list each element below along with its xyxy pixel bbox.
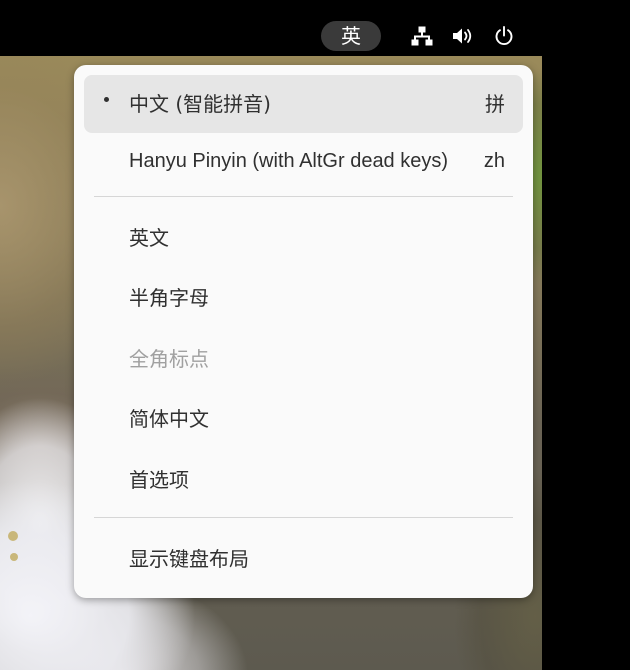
menu-item-preferences[interactable]: 首选项 [84, 451, 523, 509]
wallpaper-detail [10, 553, 18, 561]
volume-icon [453, 28, 472, 44]
input-method-menu: 中文 (智能拼音) 拼 Hanyu Pinyin (with AltGr dea… [74, 65, 533, 598]
menu-item-label: 英文 [129, 226, 169, 250]
menu-item-accel: zh [483, 150, 505, 172]
menu-item-english[interactable]: 英文 [84, 209, 523, 267]
menu-item-accel: 拼 [485, 92, 505, 116]
screen: 英 中文 (智能拼音) 拼 Hanyu Pinyin (with AltGr d… [0, 0, 630, 670]
network-icon [411, 26, 433, 46]
menu-item-full-width-punctuation: 全角标点 [84, 330, 523, 388]
menu-item-intelligent-pinyin[interactable]: 中文 (智能拼音) 拼 [84, 75, 523, 133]
menu-item-show-keyboard-layout[interactable]: 显示键盘布局 [84, 530, 523, 588]
menu-item-label: 全角标点 [129, 347, 209, 371]
power-icon [495, 26, 513, 45]
menu-item-label: 首选项 [129, 468, 189, 492]
selected-indicator-dot [104, 97, 109, 102]
power-icon[interactable] [492, 24, 516, 48]
menu-separator [94, 196, 513, 197]
input-method-indicator[interactable]: 英 [321, 21, 381, 51]
menu-item-label: 简体中文 [129, 407, 209, 431]
menu-item-half-width-letters[interactable]: 半角字母 [84, 269, 523, 327]
top-bar: 英 [0, 0, 542, 56]
menu-item-label: 半角字母 [129, 286, 209, 310]
menu-separator [94, 517, 513, 518]
network-icon[interactable] [410, 24, 434, 48]
wallpaper-detail [8, 531, 18, 541]
menu-item-label: 显示键盘布局 [129, 547, 249, 571]
menu-item-hanyu-pinyin[interactable]: Hanyu Pinyin (with AltGr dead keys) zh [84, 132, 523, 190]
menu-item-simplified-chinese[interactable]: 简体中文 [84, 390, 523, 448]
menu-item-label: 中文 (智能拼音) [129, 92, 271, 116]
menu-item-label: Hanyu Pinyin (with AltGr dead keys) [129, 150, 449, 172]
volume-icon[interactable] [451, 24, 475, 48]
